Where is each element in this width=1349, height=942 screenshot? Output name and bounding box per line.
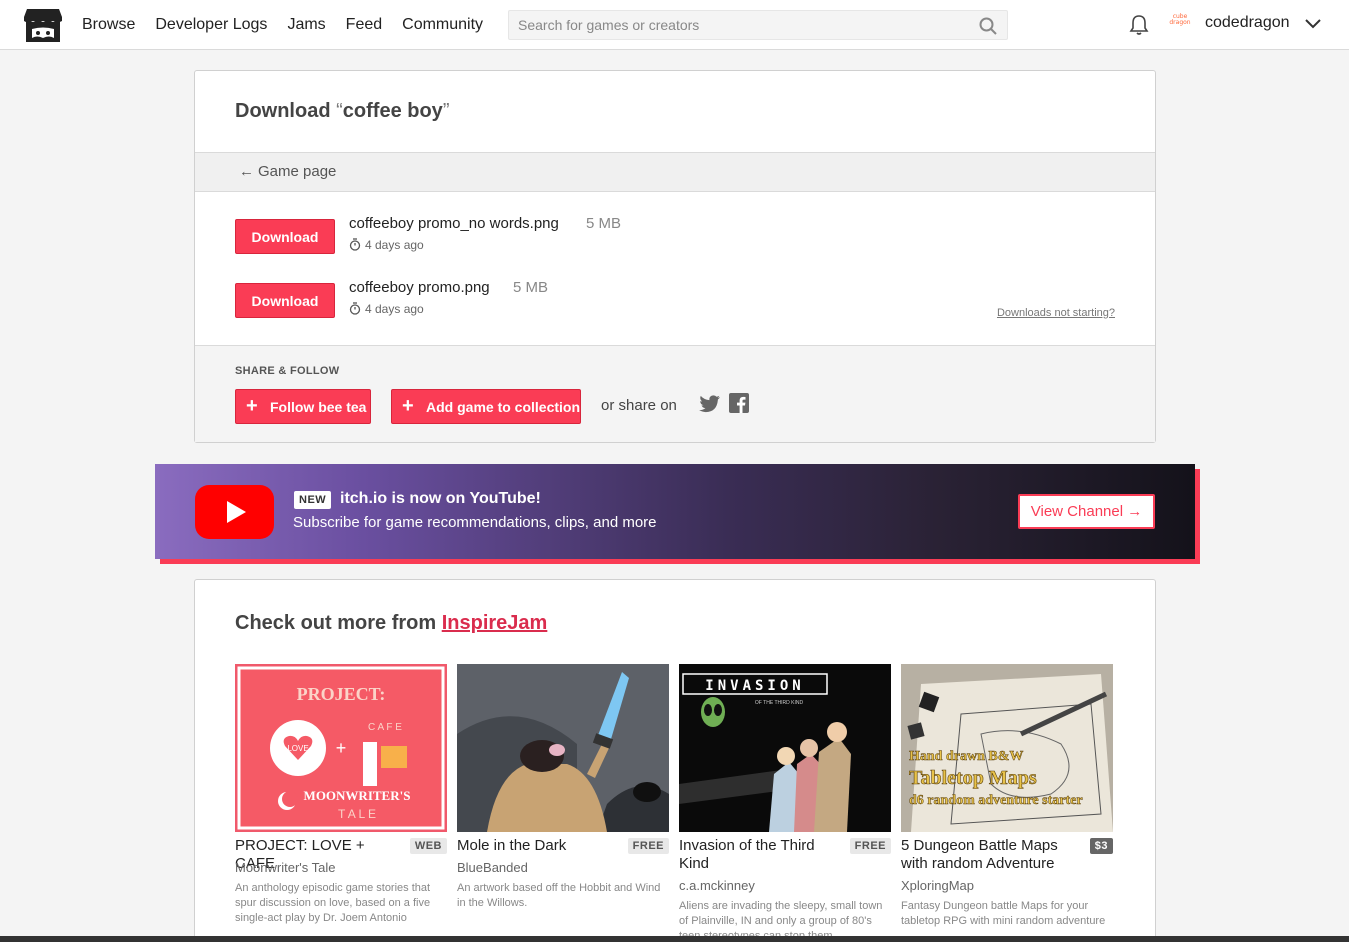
file-size: 5 MB — [513, 279, 549, 296]
arrow-left-icon: ← — [239, 163, 254, 180]
more-heading: Check out more from InspireJam — [235, 612, 547, 635]
download-card: Download “coffee boy” ← Game page Downloa… — [194, 70, 1156, 443]
nav-browse[interactable]: Browse — [82, 16, 135, 34]
game-description: An artwork based off the Hobbit and Wind… — [457, 882, 661, 909]
thumb-text: Hand drawn B&W — [909, 749, 1023, 764]
youtube-subtitle: Subscribe for game recommendations, clip… — [293, 514, 657, 531]
nav-feed[interactable]: Feed — [346, 16, 382, 34]
user-avatar[interactable]: cube dragon — [1166, 14, 1194, 36]
thumb-text: LOVE — [287, 744, 308, 753]
game-thumbnail[interactable]: PROJECT: C A F E LOVE + MOONWRITER'S T A… — [235, 664, 447, 832]
game-title[interactable]: 5 Dungeon Battle Maps with random Advent… — [901, 837, 1061, 873]
chevron-down-icon[interactable] — [1304, 17, 1322, 31]
youtube-title: itch.io is now on YouTube! — [340, 490, 541, 507]
game-title[interactable]: Invasion of the Third Kind — [679, 837, 839, 873]
thumb-text: d6 random adventure starter — [909, 793, 1083, 808]
stopwatch-icon — [349, 238, 361, 251]
game-title[interactable]: Mole in the Dark — [457, 837, 617, 855]
title-prefix: Download — [235, 100, 331, 122]
svg-text:+: + — [336, 738, 347, 758]
title-open-quote: “ — [336, 100, 343, 122]
file-date: 4 days ago — [349, 302, 424, 316]
file-date-text: 4 days ago — [365, 238, 424, 252]
thumb-text: OF THE THIRD KIND — [755, 700, 804, 706]
follow-label: Follow bee tea — [270, 398, 367, 415]
share-follow-section: SHARE & FOLLOW + Follow bee tea + Add game… — [195, 345, 1155, 442]
youtube-banner: NEW itch.io is now on YouTube! Subscribe… — [155, 464, 1195, 559]
game-author[interactable]: Moonwriter's Tale — [235, 860, 336, 875]
game-thumbnail[interactable]: Hand drawn B&W Tabletop Maps d6 random a… — [901, 664, 1113, 832]
nav-developer-logs[interactable]: Developer Logs — [155, 16, 267, 34]
thumb-text: T A L E — [338, 807, 376, 821]
title-game-name: coffee boy — [342, 100, 443, 122]
game-description: An anthology episodic game stories that … — [235, 882, 431, 924]
game-page-label: Game page — [258, 163, 337, 180]
top-header: Browse Developer Logs Jams Feed Communit… — [0, 0, 1349, 50]
main-nav: Browse Developer Logs Jams Feed Communit… — [82, 0, 503, 50]
platform-badge: WEB — [409, 838, 447, 854]
game-page-link[interactable]: ← Game page — [239, 163, 336, 180]
follow-button[interactable]: + Follow bee tea — [235, 389, 371, 424]
file-name: coffeeboy promo.png — [349, 279, 490, 296]
thumb-text: Tabletop Maps — [909, 767, 1037, 789]
youtube-logo-icon — [195, 485, 274, 539]
plus-icon: + — [246, 395, 258, 417]
thumb-text: PROJECT: — [297, 684, 386, 704]
nav-jams[interactable]: Jams — [287, 16, 325, 34]
share-title: SHARE & FOLLOW — [235, 365, 340, 377]
game-author[interactable]: XploringMap — [901, 878, 974, 893]
download-button[interactable]: Download — [235, 283, 335, 318]
add-to-collection-button[interactable]: + Add game to collection — [391, 389, 581, 424]
share-on-label: or share on — [601, 397, 677, 414]
search-input[interactable] — [509, 11, 969, 39]
thumb-text: C A F E — [368, 722, 402, 733]
facebook-icon[interactable] — [729, 393, 749, 413]
price-badge: FREE — [627, 838, 669, 854]
file-name: coffeeboy promo_no words.png — [349, 215, 559, 232]
file-date-text: 4 days ago — [365, 302, 424, 316]
stopwatch-icon — [349, 302, 361, 315]
game-page-bar: ← Game page — [195, 152, 1155, 192]
game-description: Fantasy Dungeon battle Maps for your tab… — [901, 900, 1106, 927]
price-badge: FREE — [849, 838, 891, 854]
plus-icon: + — [402, 395, 414, 417]
nav-community[interactable]: Community — [402, 16, 483, 34]
bottom-edge — [0, 936, 1349, 942]
game-author[interactable]: BlueBanded — [457, 860, 528, 875]
page-title: Download “coffee boy” — [235, 100, 449, 123]
search-icon[interactable] — [979, 17, 997, 35]
price-badge: $3 — [1089, 838, 1113, 854]
notification-bell-icon[interactable] — [1129, 14, 1149, 36]
downloads-not-starting-link[interactable]: Downloads not starting? — [997, 307, 1115, 319]
game-thumbnail[interactable]: INVASION OF THE THIRD KIND — [679, 664, 891, 832]
game-thumbnail[interactable] — [457, 664, 669, 832]
new-badge: NEW — [294, 491, 332, 509]
thumb-text: INVASION — [705, 678, 804, 694]
download-button[interactable]: Download — [235, 219, 335, 254]
collection-label: Add game to collection — [426, 398, 581, 415]
game-author[interactable]: c.a.mckinney — [679, 878, 755, 893]
thumb-text: MOONWRITER'S — [304, 788, 411, 803]
username[interactable]: codedragon — [1205, 14, 1290, 32]
itchio-logo[interactable] — [23, 7, 63, 44]
search-box — [508, 10, 1008, 40]
inspirejam-link[interactable]: InspireJam — [442, 612, 548, 634]
file-date: 4 days ago — [349, 238, 424, 252]
file-size: 5 MB — [586, 215, 622, 232]
more-heading-prefix: Check out more from — [235, 612, 437, 634]
more-from-section: Check out more from InspireJam PROJECT: … — [194, 579, 1156, 942]
title-close-quote: ” — [442, 100, 450, 122]
twitter-icon[interactable] — [699, 394, 721, 414]
view-channel-button[interactable]: View Channel → — [1018, 494, 1155, 529]
